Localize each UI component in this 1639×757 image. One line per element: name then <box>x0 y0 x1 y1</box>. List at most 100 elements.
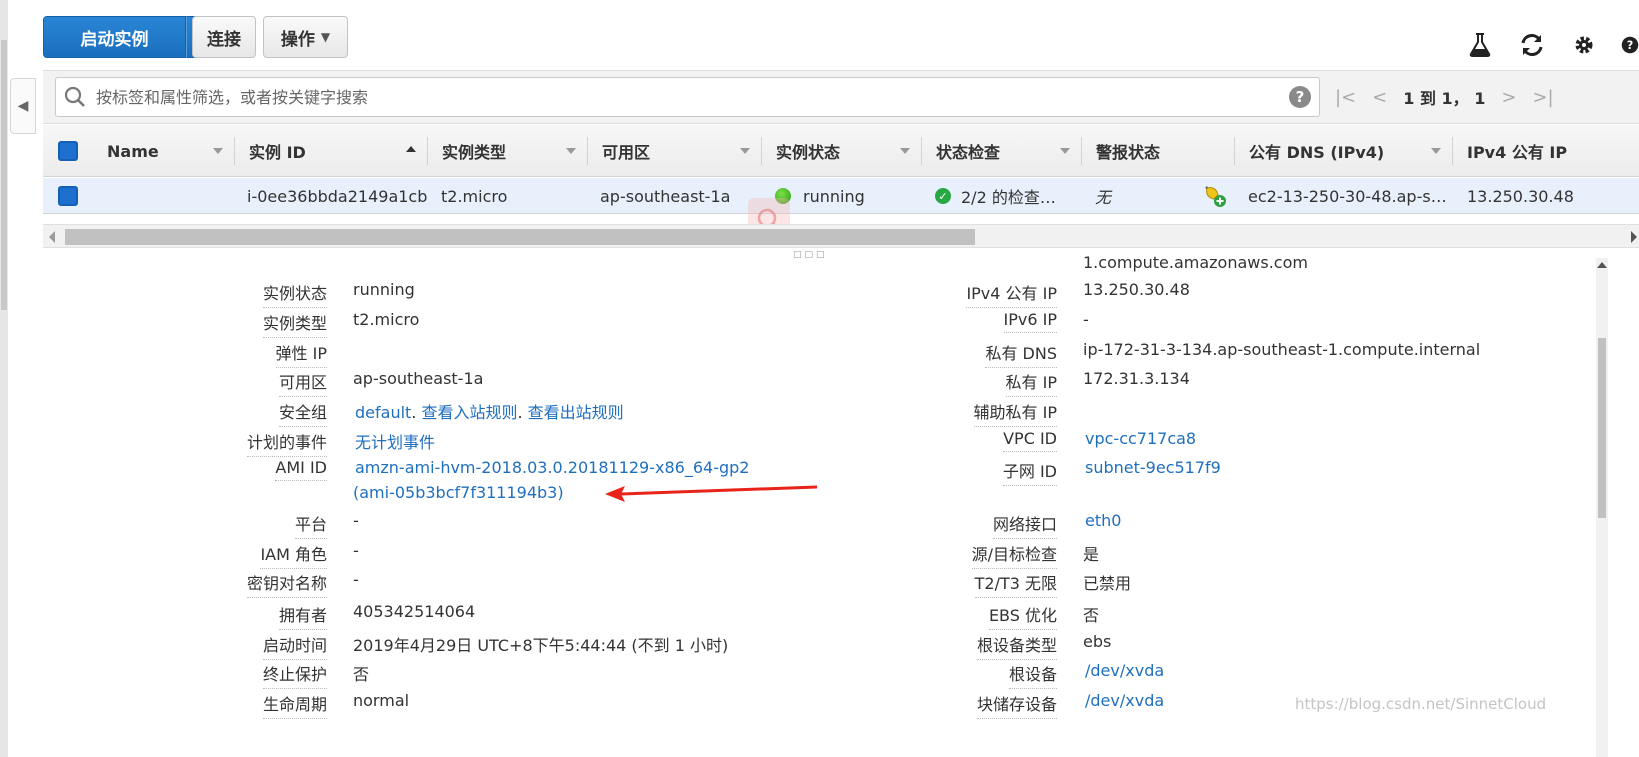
search-help-icon[interactable]: ? <box>1289 86 1311 108</box>
column-header-instance-id[interactable]: 实例 ID <box>235 125 428 177</box>
toolbar: 启动实例 连接 操作 ▼ ? <box>43 0 1639 70</box>
column-header-public-dns[interactable]: 公有 DNS (IPv4) <box>1235 125 1453 177</box>
detail-label: 拥有者 <box>278 602 327 630</box>
launch-instance-button[interactable]: 启动实例 <box>43 16 186 58</box>
table-horizontal-scrollbar[interactable] <box>43 224 1639 248</box>
column-header-az[interactable]: 可用区 <box>588 125 762 177</box>
connect-button[interactable]: 连接 <box>192 16 256 58</box>
detail-value-security-groups: default. 查看入站规则. 查看出站规则 <box>355 399 624 423</box>
table-row[interactable]: i-0ee36bbda2149a1cb t2.micro ap-southeas… <box>43 178 1639 214</box>
connect-label: 连接 <box>207 29 241 50</box>
view-inbound-rules-link[interactable]: 查看入站规则 <box>421 403 517 422</box>
detail-value-launch-time: 2019年4月29日 UTC+8下午5:44:44 (不到 1 小时) <box>353 636 729 655</box>
column-label: 警报状态 <box>1096 143 1161 162</box>
column-label: Name <box>107 141 159 161</box>
detail-label: IAM 角色 <box>260 541 327 569</box>
column-header-public-ip[interactable]: IPv4 公有 IP <box>1453 125 1639 177</box>
detail-label: 块储存设备 <box>976 691 1057 719</box>
flask-icon[interactable] <box>1465 30 1495 60</box>
detail-value-key-pair: - <box>353 570 359 589</box>
column-label: 可用区 <box>602 143 651 162</box>
column-header-name[interactable]: Name <box>93 125 235 177</box>
outer-scrollbar-thumb[interactable] <box>1 40 7 310</box>
scroll-left-icon[interactable] <box>49 231 55 243</box>
vertical-scroll-thumb[interactable] <box>1598 338 1606 518</box>
checkbox-checked-icon <box>58 186 78 206</box>
ami-id-link[interactable]: (ami-05b3bcf7f311194b3) <box>353 483 564 502</box>
column-label: 公有 DNS (IPv4) <box>1249 143 1385 162</box>
detail-value-owner: 405342514064 <box>353 602 476 621</box>
help-circle-icon[interactable]: ? <box>1621 30 1639 60</box>
actions-button[interactable]: 操作 ▼ <box>263 16 348 58</box>
column-label: 实例 ID <box>249 143 306 162</box>
block-devices-link[interactable]: /dev/xvda <box>1085 691 1164 710</box>
detail-value-source-dest-check: 是 <box>1083 545 1100 564</box>
select-all-checkbox[interactable] <box>43 125 93 177</box>
cell-instance-state: running <box>775 178 921 214</box>
detail-label: 根设备类型 <box>976 632 1057 660</box>
horizontal-scroll-thumb[interactable] <box>65 229 975 245</box>
public-dns-overflow-text: 1.compute.amazonaws.com <box>1083 253 1308 272</box>
instances-table-header: Name 实例 ID 实例类型 可用区 实例状态 状态检查 警报状态 公有 DN… <box>43 125 1639 177</box>
cell-status-check: ✓ 2/2 的检查… <box>935 178 1081 214</box>
sort-icon <box>900 148 910 154</box>
view-outbound-rules-link[interactable]: 查看出站规则 <box>528 403 624 422</box>
separator: . <box>411 403 422 422</box>
refresh-icon[interactable] <box>1517 30 1547 60</box>
scroll-up-icon[interactable] <box>1597 262 1607 268</box>
cell-az: ap-southeast-1a <box>600 186 731 206</box>
detail-value-t2t3-unlimited: 已禁用 <box>1083 574 1132 593</box>
column-label: 状态检查 <box>936 143 1001 162</box>
next-page-icon[interactable]: > <box>1501 87 1516 108</box>
checkbox-checked-icon <box>58 141 78 161</box>
detail-label: 私有 DNS <box>985 340 1057 368</box>
column-label: IPv4 公有 IP <box>1467 143 1568 162</box>
subnet-id-link[interactable]: subnet-9ec517f9 <box>1085 458 1221 477</box>
column-header-status-check[interactable]: 状态检查 <box>922 125 1082 177</box>
outer-scrollbar[interactable] <box>0 0 8 757</box>
security-group-link[interactable]: default <box>355 403 411 422</box>
search-input[interactable] <box>94 78 1274 116</box>
sort-ascending-icon <box>406 146 416 152</box>
first-page-icon[interactable]: |< <box>1335 87 1356 108</box>
detail-label: 弹性 IP <box>275 340 327 368</box>
cell-public-ip: 13.250.30.48 <box>1467 186 1574 206</box>
detail-value-private-ip: 172.31.3.134 <box>1083 369 1190 388</box>
detail-label: 密钥对名称 <box>246 570 327 598</box>
cell-public-dns: ec2-13-250-30-48.ap-s… <box>1248 186 1447 206</box>
detail-label: 平台 <box>294 511 327 539</box>
scroll-right-icon[interactable] <box>1631 231 1637 243</box>
last-page-icon[interactable]: >| <box>1532 87 1553 108</box>
detail-label: 网络接口 <box>992 511 1057 539</box>
instance-details-panel: 实例状态 running 实例类型 t2.micro 弹性 IP 可用区 ap-… <box>43 252 1639 757</box>
filter-bar: ? |< < 1 到 1， 1 > >| <box>43 70 1639 124</box>
column-header-alarm-status[interactable]: 警报状态 <box>1082 125 1235 177</box>
sort-icon <box>213 148 223 154</box>
status-check-text: 2/2 的检查… <box>961 188 1056 207</box>
scheduled-events-link[interactable]: 无计划事件 <box>355 429 435 453</box>
toolbar-icons: ? <box>1465 30 1639 60</box>
detail-value-ebs-optimized: 否 <box>1083 606 1100 625</box>
detail-label: 启动时间 <box>262 632 327 660</box>
details-vertical-scrollbar[interactable] <box>1596 258 1608 757</box>
create-alarm-icon[interactable] <box>1203 184 1227 212</box>
detail-value-root-device-type: ebs <box>1083 632 1112 651</box>
detail-label: 计划的事件 <box>246 429 327 457</box>
column-header-instance-type[interactable]: 实例类型 <box>428 125 588 177</box>
prev-page-icon[interactable]: < <box>1372 87 1387 108</box>
vpc-id-link[interactable]: vpc-cc717ca8 <box>1085 429 1196 448</box>
watermark-text: https://blog.csdn.net/SinnetCloud <box>1295 695 1547 713</box>
detail-value-az: ap-southeast-1a <box>353 369 484 388</box>
detail-label: 私有 IP <box>1005 369 1057 397</box>
sort-icon <box>1431 148 1441 154</box>
root-device-link[interactable]: /dev/xvda <box>1085 661 1164 680</box>
row-checkbox[interactable] <box>43 178 93 214</box>
ami-name-link[interactable]: amzn-ami-hvm-2018.03.0.20181129-x86_64-g… <box>355 458 749 477</box>
network-interface-link[interactable]: eth0 <box>1085 511 1121 530</box>
search-box[interactable]: ? <box>55 77 1320 117</box>
cell-name <box>107 178 227 214</box>
collapse-sidebar-button[interactable]: ◀ <box>10 78 36 134</box>
detail-label: T2/T3 无限 <box>974 570 1057 598</box>
gear-icon[interactable] <box>1569 30 1599 60</box>
column-header-instance-state[interactable]: 实例状态 <box>762 125 922 177</box>
